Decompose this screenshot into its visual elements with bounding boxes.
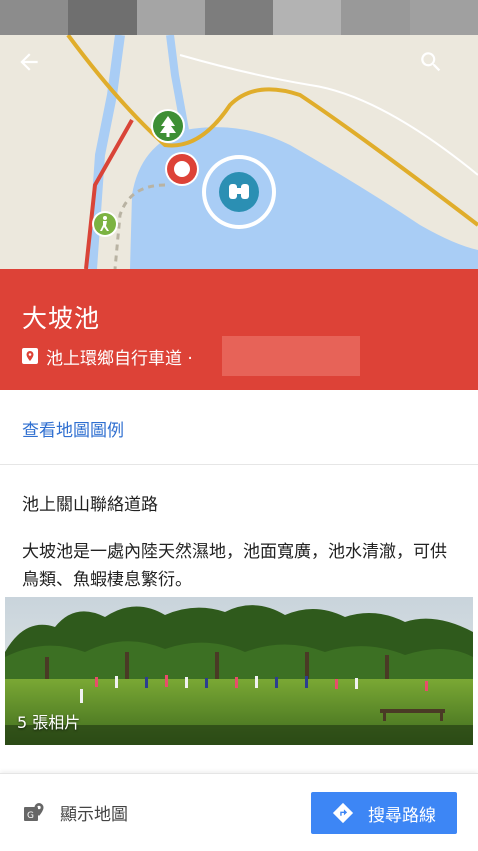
photo-count-label: 5 張相片: [17, 713, 81, 732]
binoculars-marker-icon[interactable]: [200, 153, 278, 231]
tree-marker-icon[interactable]: [150, 108, 186, 144]
place-title: 大坡池: [22, 304, 101, 333]
status-bar-segment: [341, 0, 410, 35]
section-title: 池上關山聯絡道路: [22, 495, 158, 515]
photo-preview[interactable]: 5 張相片: [5, 597, 473, 745]
redacted-region: [222, 336, 360, 376]
status-bar: [0, 0, 478, 35]
hiking-marker-icon[interactable]: [91, 210, 119, 238]
status-bar-segment: [68, 0, 137, 35]
location-pin-icon: [22, 347, 38, 364]
status-bar-segment: [0, 0, 69, 35]
map-legend-link[interactable]: 查看地圖圖例: [22, 416, 124, 441]
directions-icon: [332, 802, 354, 824]
svg-text:G: G: [27, 811, 34, 821]
map-preview[interactable]: [0, 35, 478, 269]
status-bar-segment: [273, 0, 342, 35]
directions-button[interactable]: 搜尋路線: [311, 792, 457, 834]
bottom-action-bar: G 顯示地圖 搜尋路線: [0, 773, 478, 851]
divider: [0, 464, 478, 465]
map-pin-icon: G: [24, 802, 44, 821]
selected-place-marker-icon[interactable]: [164, 151, 200, 187]
status-bar-segment: [204, 0, 274, 35]
show-map-button[interactable]: G 顯示地圖: [22, 800, 128, 825]
place-address-text: 池上環鄉自行車道 ·: [46, 349, 193, 369]
back-button[interactable]: [16, 49, 60, 93]
search-button[interactable]: [418, 49, 462, 93]
place-description: 大坡池是一處內陸天然濕地，池面寬廣，池水清澈，可供鳥類、魚蝦棲息繁衍。: [22, 542, 447, 590]
place-header: 大坡池 池上環鄉自行車道 ·: [0, 269, 478, 390]
status-bar-segment: [136, 0, 205, 35]
back-arrow-icon: [20, 53, 38, 71]
place-address: 池上環鄉自行車道 ·: [22, 344, 193, 369]
directions-label: 搜尋路線: [368, 805, 436, 826]
status-bar-segment: [409, 0, 478, 35]
search-icon: [421, 52, 441, 72]
show-map-label: 顯示地圖: [60, 805, 128, 825]
